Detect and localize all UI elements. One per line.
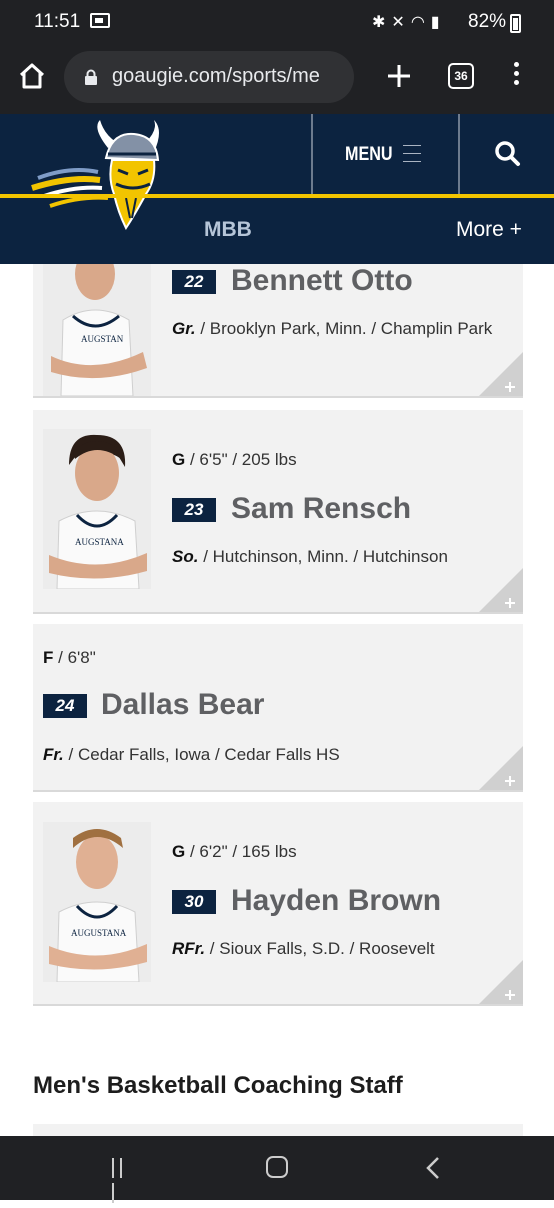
- player-bio: F / 6'8": [43, 648, 96, 668]
- status-bar: 11:51 ✱✕◠▮ 82%: [0, 0, 554, 46]
- mute-icon: ✕: [391, 14, 411, 31]
- player-name[interactable]: Bennett Otto: [231, 264, 413, 298]
- player-hometown: / Sioux Falls, S.D. / Roosevelt: [209, 939, 435, 958]
- roster-card[interactable]: AUGUSTANA G / 6'2" / 165 lbs 30 Hayden B…: [33, 802, 523, 1006]
- home-button[interactable]: [16, 60, 48, 92]
- subnav-mbb-link[interactable]: MBB: [204, 218, 252, 242]
- player-name[interactable]: Sam Rensch: [231, 492, 411, 526]
- jersey-number: 30: [172, 890, 216, 914]
- home-nav-button[interactable]: [266, 1156, 288, 1178]
- player-position: F: [43, 648, 54, 667]
- expand-icon[interactable]: [479, 568, 523, 612]
- jersey-number: 23: [172, 498, 216, 522]
- player-position: G: [172, 842, 186, 861]
- back-button[interactable]: [424, 1156, 444, 1180]
- player-height: / 6'8": [58, 648, 96, 667]
- player-height: / 6'2": [189, 842, 228, 861]
- back-icon: [426, 1157, 439, 1179]
- player-height: / 6'5": [189, 450, 228, 469]
- search-button[interactable]: [460, 114, 554, 194]
- roster-card[interactable]: AUGSTAN 22 Bennett Otto Gr. / Brooklyn P…: [33, 264, 523, 398]
- roster-card[interactable]: F / 6'8" 24 Dallas Bear Fr. / Cedar Fall…: [33, 624, 523, 792]
- jersey-number: 24: [43, 694, 87, 718]
- browser-toolbar: goaugie.com/sports/me 36: [0, 46, 554, 114]
- player-year: Fr.: [43, 745, 64, 764]
- player-bio: G / 6'2" / 165 lbs: [172, 842, 297, 862]
- player-name[interactable]: Hayden Brown: [231, 884, 441, 918]
- player-hometown: / Cedar Falls, Iowa / Cedar Falls HS: [68, 745, 340, 764]
- home-icon: [19, 63, 45, 89]
- signal-icon: ▮: [430, 14, 446, 31]
- expand-icon[interactable]: [479, 960, 523, 1004]
- recent-apps-button[interactable]: [112, 1158, 134, 1203]
- player-hometown: / Brooklyn Park, Minn. / Champlin Park: [200, 319, 493, 338]
- hamburger-icon: [403, 145, 421, 169]
- menu-label: MENU: [345, 144, 393, 165]
- player-photo: AUGUSTANA: [43, 822, 151, 982]
- svg-text:AUGUSTANA: AUGUSTANA: [71, 928, 127, 938]
- battery-icon: [510, 14, 521, 33]
- gold-stripe: [0, 194, 554, 198]
- jersey-number: 22: [172, 270, 216, 294]
- viking-logo[interactable]: [30, 118, 170, 234]
- more-options-button[interactable]: [506, 62, 526, 92]
- expand-icon[interactable]: [479, 746, 523, 790]
- roster-content: AUGSTAN 22 Bennett Otto Gr. / Brooklyn P…: [0, 264, 554, 1136]
- player-year: Gr.: [172, 319, 196, 338]
- player-weight: / 205 lbs: [232, 450, 297, 469]
- player-photo: AUGSTANA: [43, 429, 151, 589]
- status-time: 11:51: [34, 11, 81, 32]
- subnav-more-button[interactable]: More +: [456, 218, 522, 242]
- svg-text:AUGSTANA: AUGSTANA: [75, 537, 124, 547]
- staff-card[interactable]: [33, 1124, 523, 1136]
- wifi-icon: ◠: [410, 14, 431, 31]
- plus-icon: [388, 65, 410, 87]
- player-info: Fr. / Cedar Falls, Iowa / Cedar Falls HS: [43, 742, 503, 768]
- player-year: RFr.: [172, 939, 206, 958]
- player-year: So.: [172, 547, 199, 566]
- player-info: So. / Hutchinson, Minn. / Hutchinson: [172, 544, 512, 570]
- bluetooth-icon: ✱: [372, 14, 392, 31]
- player-bio: G / 6'5" / 205 lbs: [172, 450, 297, 470]
- roster-card[interactable]: AUGSTANA G / 6'5" / 205 lbs 23 Sam Rensc…: [33, 410, 523, 614]
- search-icon: [495, 141, 520, 166]
- player-info: RFr. / Sioux Falls, S.D. / Roosevelt: [172, 936, 512, 962]
- address-bar[interactable]: goaugie.com/sports/me: [64, 51, 354, 103]
- tab-switcher-button[interactable]: 36: [448, 63, 474, 89]
- svg-text:AUGSTAN: AUGSTAN: [81, 334, 124, 344]
- new-tab-button[interactable]: [383, 60, 415, 92]
- system-nav-bar: [0, 1136, 554, 1203]
- battery-percent: 82%: [468, 11, 507, 32]
- url-text: goaugie.com/sports/me: [112, 65, 320, 87]
- player-info: Gr. / Brooklyn Park, Minn. / Champlin Pa…: [172, 316, 502, 342]
- coaching-staff-heading: Men's Basketball Coaching Staff: [33, 1072, 403, 1099]
- status-icons: ✱✕◠▮: [372, 12, 446, 32]
- player-position: G: [172, 450, 186, 469]
- menu-button[interactable]: MENU: [313, 114, 458, 194]
- player-photo: AUGSTAN: [43, 264, 151, 396]
- message-icon: [90, 13, 110, 28]
- lock-icon: [85, 69, 97, 85]
- player-name[interactable]: Dallas Bear: [101, 688, 264, 722]
- player-hometown: / Hutchinson, Minn. / Hutchinson: [203, 547, 448, 566]
- expand-icon[interactable]: [479, 352, 523, 396]
- player-weight: / 165 lbs: [232, 842, 297, 861]
